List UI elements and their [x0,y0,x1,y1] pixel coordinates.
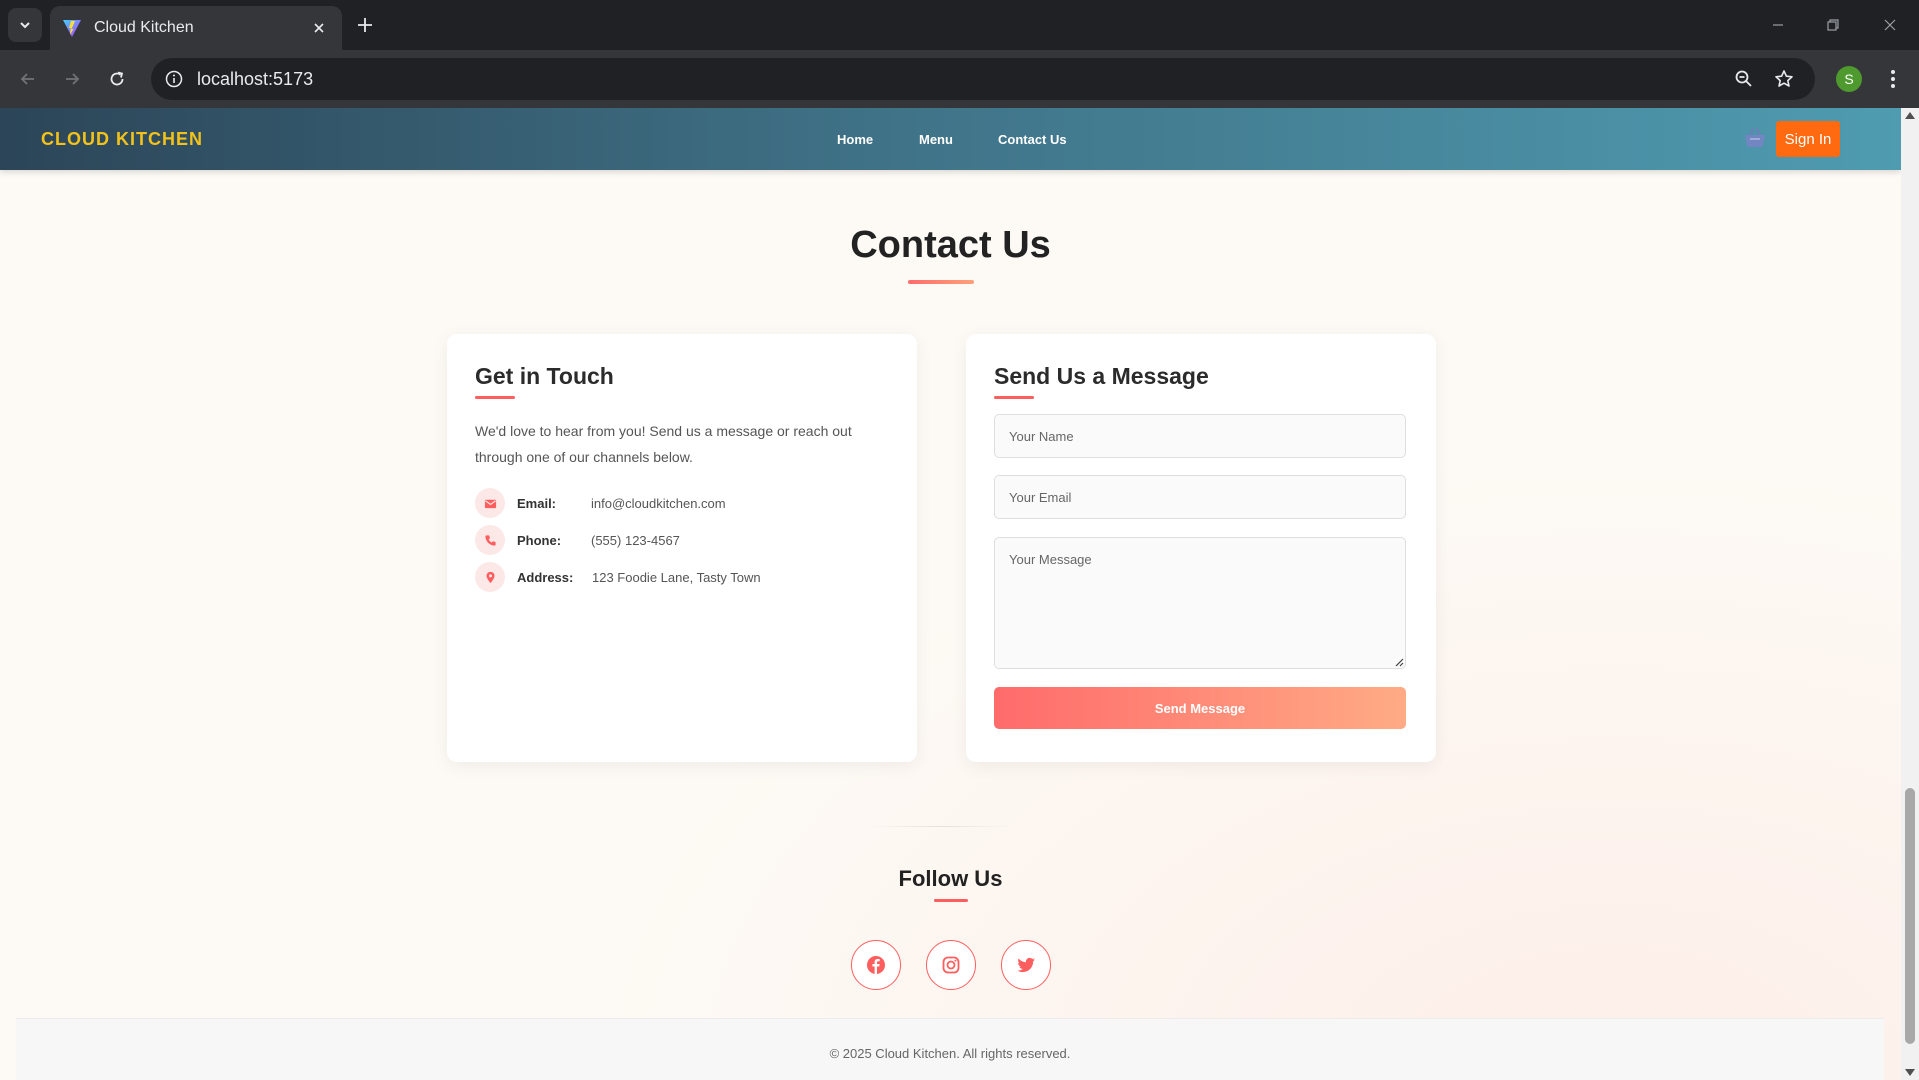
url-text: localhost:5173 [197,69,314,89]
title-underline [908,280,974,284]
message-textarea[interactable] [994,537,1406,669]
browser-menu-icon[interactable] [1880,65,1906,93]
window-close-icon[interactable] [1877,12,1903,38]
location-pin-icon [475,562,505,592]
zoom-icon[interactable] [1731,66,1757,92]
nav-link-contact[interactable]: Contact Us [998,132,1067,147]
send-message-button[interactable]: Send Message [994,687,1406,729]
browser-toolbar: localhost:5173 S [0,50,1919,108]
instagram-icon [942,956,960,974]
new-tab-plus-icon[interactable] [352,12,378,38]
address-label: Address: [517,570,574,585]
brand-logo[interactable]: CLOUD KITCHEN [41,129,203,150]
copyright-text: © 2025 Cloud Kitchen. All rights reserve… [829,1046,1071,1061]
browser-tab[interactable]: Cloud Kitchen [50,6,342,50]
facebook-link[interactable] [851,940,901,990]
scrollbar-thumb[interactable] [1905,788,1915,1044]
section-divider [868,826,1014,827]
message-form-card: Send Us a Message Send Message [966,334,1436,762]
site-navbar: CLOUD KITCHEN Home Menu Contact Us Sign … [0,108,1901,170]
twitter-icon [1017,957,1035,973]
restore-icon[interactable] [1820,12,1846,38]
profile-avatar[interactable]: S [1836,66,1862,92]
email-input[interactable] [994,475,1406,519]
chevron-down-icon [20,22,30,29]
cart-basket-icon[interactable] [1742,125,1768,151]
minimize-icon[interactable] [1765,12,1791,38]
phone-info-row: Phone: (555) 123-4567 [475,525,895,555]
contact-intro-text: We'd love to hear from you! Send us a me… [475,423,852,465]
phone-icon [475,525,505,555]
contact-info-heading: Get in Touch [475,363,614,389]
phone-value: (555) 123-4567 [591,533,680,548]
email-info-row: Email: info@cloudkitchen.com [475,488,895,518]
nav-link-home[interactable]: Home [837,132,873,147]
heading-underline [475,396,515,399]
vite-logo-icon [63,20,81,37]
heading-underline [994,396,1034,399]
resize-grip-icon[interactable] [1395,658,1404,667]
page-scrollbar[interactable] [1901,108,1919,1080]
tab-title: Cloud Kitchen [94,19,194,36]
forward-arrow-icon[interactable] [56,63,88,95]
browser-tab-bar: Cloud Kitchen [0,0,1919,50]
facebook-icon [867,956,885,974]
phone-label: Phone: [517,533,562,548]
sign-in-button[interactable]: Sign In [1776,121,1840,157]
message-form-heading: Send Us a Message [994,363,1209,389]
contact-info-card: Get in Touch We'd love to hear from you!… [447,334,917,762]
back-arrow-icon[interactable] [12,63,44,95]
nav-link-menu[interactable]: Menu [919,132,953,147]
scroll-up-arrow-icon[interactable] [1905,112,1915,119]
scroll-down-arrow-icon[interactable] [1905,1069,1915,1076]
site-footer: © 2025 Cloud Kitchen. All rights reserve… [16,1018,1884,1080]
instagram-link[interactable] [926,940,976,990]
twitter-link[interactable] [1001,940,1051,990]
tab-close-icon[interactable] [308,17,330,39]
reload-icon[interactable] [101,63,133,95]
tab-search-button[interactable] [8,8,42,42]
email-label: Email: [517,496,557,511]
envelope-icon [475,488,505,518]
name-input[interactable] [994,414,1406,458]
bookmark-star-icon[interactable] [1771,66,1797,92]
address-info-row: Address: 123 Foodie Lane, Tasty Town [475,562,895,592]
follow-underline [934,899,968,902]
address-bar[interactable]: localhost:5173 [151,58,1815,100]
site-info-icon[interactable] [161,66,187,92]
follow-us-heading: Follow Us [898,866,1003,891]
address-value: 123 Foodie Lane, Tasty Town [592,570,761,585]
page-title: Contact Us [850,224,1051,266]
email-value: info@cloudkitchen.com [591,496,726,511]
page-viewport: CLOUD KITCHEN Home Menu Contact Us Sign … [0,108,1901,1080]
